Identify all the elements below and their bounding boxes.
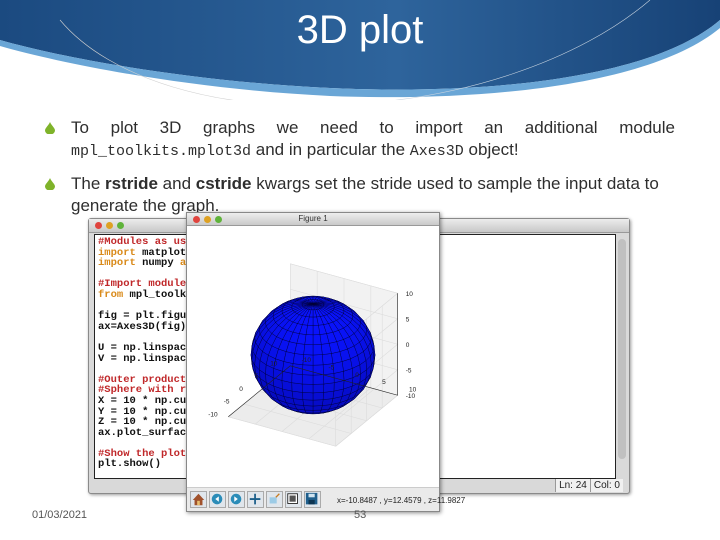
- x-tick-label: 10: [270, 360, 278, 367]
- surface-patch: [322, 353, 334, 365]
- slide-page-number: 53: [354, 509, 367, 521]
- forward-icon[interactable]: [228, 491, 245, 508]
- surface-patch: [312, 383, 324, 394]
- x-tick-label: -10: [208, 411, 218, 418]
- y-tick-label: 0: [355, 372, 359, 379]
- 3d-surface-plot[interactable]: -10-50510 -10-505101050-5-10: [187, 227, 439, 487]
- z-tick-label: 0: [406, 342, 410, 349]
- surface-patch: [323, 373, 335, 385]
- surface-patch: [312, 409, 322, 414]
- figure-titlebar[interactable]: Figure 1: [187, 213, 439, 226]
- code-object-name: Axes3D: [409, 143, 464, 160]
- bullet-word: module: [619, 118, 675, 137]
- zoom-icon[interactable]: [266, 491, 283, 508]
- surface-patch: [312, 334, 322, 345]
- figure-window[interactable]: Figure 1 -10 -5 0 5 10 -10 -5 0 5 10 10 5 0 -5 -10 x=-…: [186, 212, 465, 512]
- editor-scrollbar[interactable]: [618, 239, 626, 459]
- maximize-button[interactable]: [117, 222, 124, 229]
- bullet-word: need: [320, 118, 358, 137]
- surface-patch: [302, 374, 314, 385]
- bullet-icon: [45, 178, 55, 190]
- bullet-text: The: [71, 174, 106, 193]
- bullet-word: import: [415, 118, 463, 137]
- bullet-word: To: [71, 118, 89, 137]
- surface-patch: [304, 409, 314, 414]
- bullet-text: and: [157, 174, 196, 193]
- y-tick-label: -10: [302, 357, 312, 364]
- close-button[interactable]: [95, 222, 102, 229]
- line-number: Ln: 24: [555, 479, 590, 492]
- surface-patch: [312, 374, 324, 385]
- surface-patch: [291, 373, 303, 385]
- surface-patch: [312, 344, 323, 356]
- x-tick-label: 0: [239, 386, 243, 393]
- surface-patch: [302, 364, 314, 376]
- surface-patch: [312, 354, 324, 366]
- bullet-word: plot: [110, 118, 139, 137]
- surface-patch: [312, 399, 324, 407]
- column-number: Col: 0: [589, 479, 623, 492]
- bullet-word: an: [484, 118, 504, 137]
- pan-icon[interactable]: [247, 491, 264, 508]
- surface-patch: [303, 405, 314, 411]
- surface-patch: [291, 363, 304, 375]
- keyword-cstride: cstride: [195, 174, 252, 193]
- back-icon[interactable]: [209, 491, 226, 508]
- subplots-icon[interactable]: [285, 491, 302, 508]
- x-tick-label: 5: [255, 373, 259, 380]
- bullet-list: To plot 3D graphs we need to import an additional…: [45, 117, 675, 227]
- bullet-word: we: [276, 118, 299, 137]
- surface-patch: [304, 334, 314, 345]
- save-icon[interactable]: [304, 491, 321, 508]
- y-tick-label: -5: [328, 364, 334, 371]
- surface-patch: [312, 392, 324, 401]
- bullet-word: additional: [524, 118, 598, 137]
- surface-patch: [302, 383, 314, 394]
- surface-patch: [303, 344, 314, 356]
- slide-date: 01/03/2021: [32, 509, 88, 521]
- z-tick-label: -10: [406, 393, 416, 400]
- bullet-word: graphs: [203, 118, 256, 137]
- z-tick-label: -5: [406, 368, 412, 375]
- code-module-name: mpl_toolkits.mplot3d: [71, 143, 252, 160]
- bullet-text: object!: [463, 140, 519, 159]
- figure-toolbar: x=-10.8487 , y=12.4579 , z=11.9827: [187, 487, 465, 511]
- home-icon[interactable]: [190, 491, 207, 508]
- z-tick-label: 10: [406, 291, 414, 298]
- cursor-coordinates: x=-10.8487 , y=12.4579 , z=11.9827: [337, 496, 466, 505]
- bullet-icon: [45, 122, 55, 134]
- surface-patch: [302, 392, 314, 401]
- bullet-text: and in particular the: [251, 140, 410, 159]
- surface-patch: [323, 382, 335, 393]
- minimize-button[interactable]: [106, 222, 113, 229]
- figure-title: Figure 1: [298, 214, 328, 223]
- bullet-text-line: To plot 3D graphs we need to import an additional…: [71, 117, 675, 139]
- x-tick-label: -5: [224, 399, 230, 406]
- surface-patch: [312, 405, 323, 411]
- bullet-word: to: [379, 118, 394, 137]
- surface-patch: [302, 399, 314, 407]
- bullet-item: The rstride and cstride kwargs set the s…: [45, 173, 675, 217]
- y-tick-label: 5: [382, 379, 386, 386]
- editor-status-bar: Ln: 24 Col: 0: [555, 479, 623, 492]
- bullet-word: 3D: [159, 118, 182, 137]
- slide-title: 3D plot: [296, 8, 424, 52]
- bullet-text-line: mpl_toolkits.mplot3d and in particular t…: [71, 139, 675, 163]
- z-tick-label: 5: [406, 317, 410, 324]
- keyword-rstride: rstride: [105, 174, 158, 193]
- bullet-item: To plot 3D graphs we need to import an additional…: [45, 117, 675, 163]
- surface-patch: [291, 382, 303, 393]
